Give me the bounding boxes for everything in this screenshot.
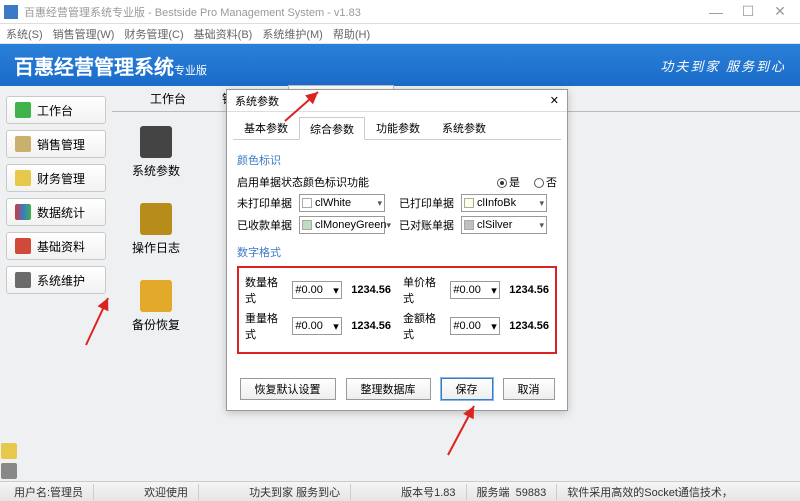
- app-icon: [4, 5, 18, 19]
- cancel-button[interactable]: 取消: [503, 378, 555, 400]
- gears-icon: [140, 126, 172, 158]
- enable-color-row: 启用单据状态颜色标识功能 是 否: [237, 174, 557, 190]
- app-header: 百惠经营管理系统专业版 功夫到家 服务到心: [0, 44, 800, 86]
- status-motto: 功夫到家 服务到心: [239, 484, 351, 500]
- save-button[interactable]: 保存: [441, 378, 493, 400]
- status-welcome: 欢迎使用: [134, 484, 199, 500]
- strip-icon[interactable]: [1, 443, 17, 459]
- menu-system[interactable]: 系统(S): [6, 26, 43, 42]
- menubar: 系统(S) 销售管理(W) 财务管理(C) 基础资料(B) 系统维护(M) 帮助…: [0, 24, 800, 44]
- system-params-dialog: 系统参数 ✕ 基本参数 综合参数 功能参数 系统参数 颜色标识 启用单据状态颜色…: [226, 89, 568, 411]
- combo-reconciled[interactable]: clSilver▾: [461, 216, 547, 234]
- sidebar-item-finance[interactable]: 财务管理: [6, 164, 106, 192]
- lbl-paid: 已收款单据: [237, 217, 293, 233]
- reset-button[interactable]: 恢复默认设置: [240, 378, 336, 400]
- dialog-body: 颜色标识 启用单据状态颜色标识功能 是 否 未打印单据 clWhite▾ 已打印…: [227, 140, 567, 362]
- close-button[interactable]: ✕: [764, 3, 796, 20]
- sidebar: 工作台 销售管理 财务管理 数据统计 基础资料 系统维护: [0, 86, 112, 481]
- sample-price: 1234.56: [504, 284, 549, 296]
- sidebar-item-basic[interactable]: 基础资料: [6, 232, 106, 260]
- radio-no[interactable]: 否: [534, 174, 557, 190]
- group-number-title: 数字格式: [237, 244, 557, 260]
- book-icon: [15, 238, 31, 254]
- combo-price-fmt[interactable]: #0.00▾: [450, 281, 499, 299]
- lbl-amount-fmt: 金额格式: [403, 310, 446, 342]
- dialog-tabs: 基本参数 综合参数 功能参数 系统参数: [233, 116, 561, 140]
- dlg-tab-system[interactable]: 系统参数: [431, 116, 497, 139]
- combo-printed[interactable]: clInfoBk▾: [461, 194, 547, 212]
- lbl-weight-fmt: 重量格式: [245, 310, 288, 342]
- dlg-tab-function[interactable]: 功能参数: [365, 116, 431, 139]
- menu-maintain[interactable]: 系统维护(M): [262, 26, 323, 42]
- number-format-box: 数量格式 #0.00▾ 1234.56 单价格式 #0.00▾ 1234.56 …: [237, 266, 557, 354]
- group-color-title: 颜色标识: [237, 152, 557, 168]
- sidebar-item-stats[interactable]: 数据统计: [6, 198, 106, 226]
- lbl-qty-fmt: 数量格式: [245, 274, 288, 306]
- log-icon: [140, 203, 172, 235]
- tab-worktable[interactable]: 工作台: [132, 86, 204, 111]
- window-title: 百惠经营管理系统专业版 - Bestside Pro Management Sy…: [24, 4, 700, 20]
- combo-unprinted[interactable]: clWhite▾: [299, 194, 385, 212]
- statusbar: 用户名:管理员 欢迎使用 功夫到家 服务到心 版本号1.83 服务端 59883…: [0, 481, 800, 501]
- enable-color-label: 启用单据状态颜色标识功能: [237, 174, 369, 190]
- coin-icon: [15, 170, 31, 186]
- sample-weight: 1234.56: [346, 320, 391, 332]
- menu-basic[interactable]: 基础资料(B): [194, 26, 253, 42]
- lbl-unprinted: 未打印单据: [237, 195, 293, 211]
- combo-amount-fmt[interactable]: #0.00▾: [450, 317, 499, 335]
- lbl-price-fmt: 单价格式: [403, 274, 446, 306]
- status-socket: 软件采用高效的Socket通信技术，: [557, 484, 743, 500]
- combo-weight-fmt[interactable]: #0.00▾: [292, 317, 341, 335]
- clean-db-button[interactable]: 整理数据库: [346, 378, 431, 400]
- sidebar-item-worktable[interactable]: 工作台: [6, 96, 106, 124]
- menu-finance[interactable]: 财务管理(C): [124, 26, 183, 42]
- lbl-reconciled: 已对账单据: [399, 217, 455, 233]
- tool-system-params[interactable]: 系统参数: [132, 126, 180, 179]
- left-strip: [1, 443, 17, 479]
- backup-icon: [140, 280, 172, 312]
- minimize-button[interactable]: —: [700, 4, 732, 20]
- sample-qty: 1234.56: [346, 284, 391, 296]
- dialog-close-icon[interactable]: ✕: [550, 94, 559, 107]
- radio-yes[interactable]: 是: [497, 174, 520, 190]
- dialog-title: 系统参数 ✕: [227, 90, 567, 112]
- header-slogan: 功夫到家 服务到心: [660, 56, 786, 75]
- tool-backup[interactable]: 备份恢复: [132, 280, 180, 333]
- sidebar-item-maintain[interactable]: 系统维护: [6, 266, 106, 294]
- combo-qty-fmt[interactable]: #0.00▾: [292, 281, 341, 299]
- brand-title: 百惠经营管理系统专业版: [14, 51, 207, 80]
- dialog-footer: 恢复默认设置 整理数据库 保存 取消: [227, 378, 567, 400]
- strip-icon[interactable]: [1, 463, 17, 479]
- window-titlebar: 百惠经营管理系统专业版 - Bestside Pro Management Sy…: [0, 0, 800, 24]
- status-server: 服务端 59883: [467, 484, 558, 500]
- gear-icon: [15, 272, 31, 288]
- menu-sales[interactable]: 销售管理(W): [53, 26, 115, 42]
- dlg-tab-general[interactable]: 综合参数: [299, 117, 365, 140]
- dlg-tab-basic[interactable]: 基本参数: [233, 116, 299, 139]
- menu-help[interactable]: 帮助(H): [333, 26, 370, 42]
- tool-column: 系统参数 操作日志 备份恢复: [132, 126, 180, 333]
- combo-paid[interactable]: clMoneyGreen▾: [299, 216, 385, 234]
- status-user: 用户名:管理员: [4, 484, 94, 500]
- sample-amount: 1234.56: [504, 320, 549, 332]
- tool-log[interactable]: 操作日志: [132, 203, 180, 256]
- status-version: 版本号1.83: [391, 484, 466, 500]
- briefcase-icon: [15, 136, 31, 152]
- check-icon: [15, 102, 31, 118]
- chart-icon: [15, 204, 31, 220]
- sidebar-item-sales[interactable]: 销售管理: [6, 130, 106, 158]
- lbl-printed: 已打印单据: [399, 195, 455, 211]
- maximize-button[interactable]: ☐: [732, 3, 764, 20]
